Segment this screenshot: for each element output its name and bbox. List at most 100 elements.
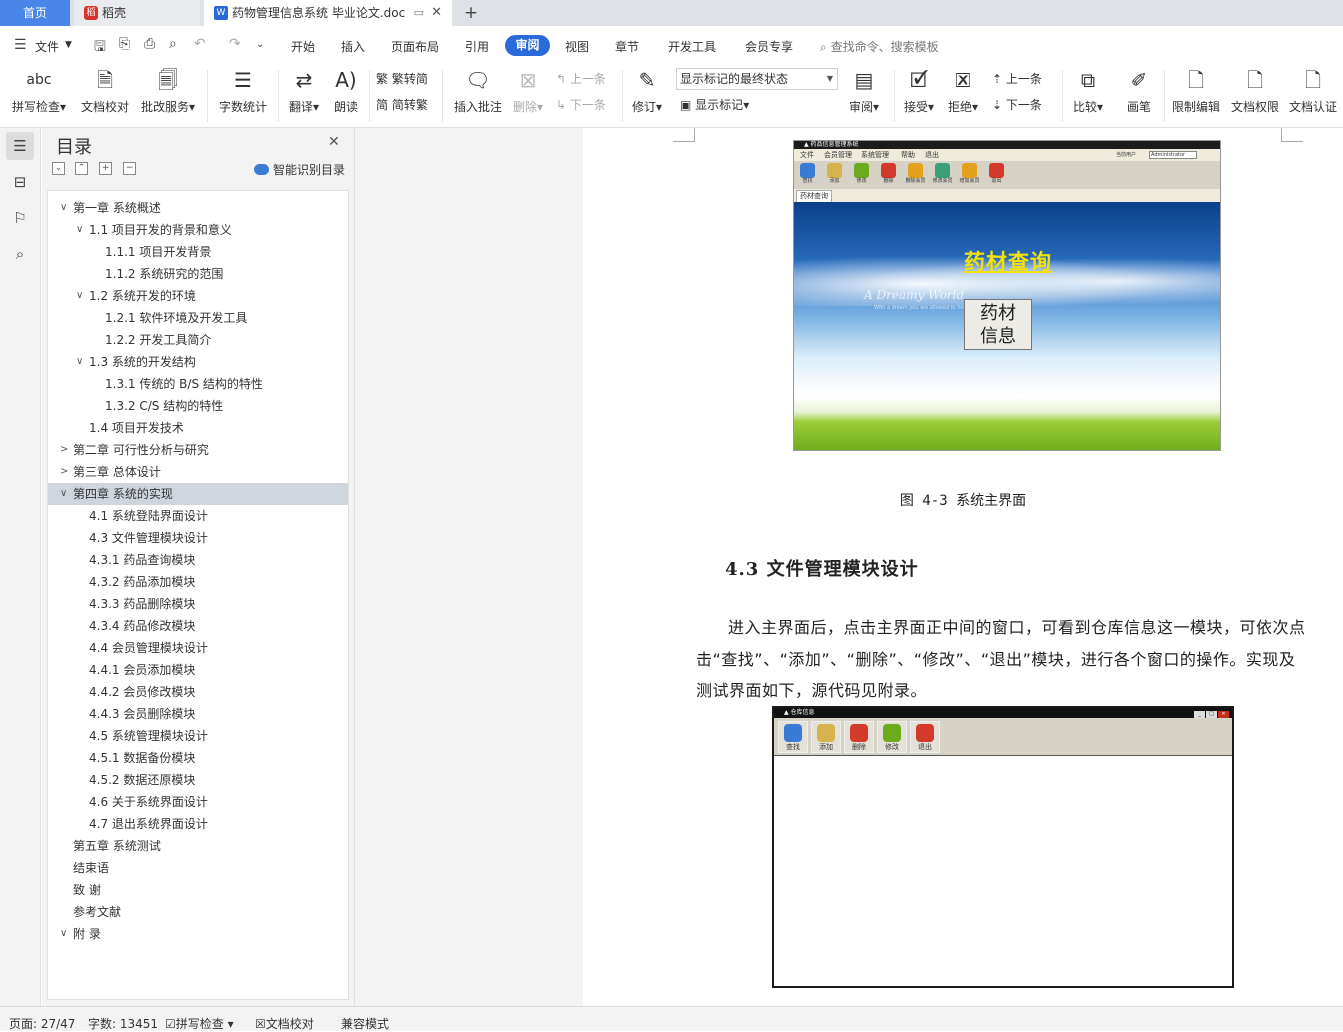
chevron-down-icon[interactable]: ▼ (65, 40, 72, 50)
print-preview-icon[interactable]: ⌕ (169, 36, 177, 52)
toc-item[interactable]: ∨ 1.1 项目开发的背景和意义 (48, 219, 348, 241)
correction-service-button[interactable]: 🗐 批改服务▾ (137, 64, 199, 126)
toc-item[interactable]: ∨ 第四章 系统的实现 (48, 483, 348, 505)
accept-button[interactable]: 🗹 接受▾ (900, 64, 938, 126)
close-icon[interactable]: ✕ (328, 134, 340, 150)
smart-toc-button[interactable]: 智能识别目录 (254, 161, 345, 178)
toc-item[interactable]: 4.3.1 药品查询模块 (48, 549, 348, 571)
customize-chevron-icon[interactable]: ⌄ (256, 39, 264, 50)
menu-file[interactable]: 文件 (35, 38, 59, 55)
toc-item[interactable]: ∨ 1.3 系统的开发结构 (48, 351, 348, 373)
proofread-status[interactable]: ☒文档校对 (255, 1015, 314, 1032)
chevron-right-icon[interactable]: > (60, 461, 68, 483)
toc-item[interactable]: ∨ 附 录 (48, 923, 348, 945)
word-count-indicator[interactable]: 字数: 13451 (88, 1015, 158, 1032)
remove-heading-icon[interactable]: − (123, 162, 136, 175)
search-icon[interactable]: ⌕ (6, 240, 34, 268)
toc-item[interactable]: 4.6 关于系统界面设计 (48, 791, 348, 813)
menu-start[interactable]: 开始 (291, 38, 315, 55)
toc-panel-icon[interactable]: ☰ (6, 132, 34, 160)
spell-check-button[interactable]: abc 拼写检查▾ (8, 64, 70, 126)
new-tab-button[interactable]: + (458, 0, 484, 26)
word-count-button[interactable]: ☰ 字数统计 (215, 64, 271, 126)
toc-item[interactable]: 1.2.1 软件环境及开发工具 (48, 307, 348, 329)
toc-item[interactable]: 结束语 (48, 857, 348, 879)
menu-review[interactable]: 审阅 (505, 35, 550, 56)
tab-document[interactable]: W 药物管理信息系统 毕业论文.doc ▭ ✕ (204, 0, 452, 26)
hamburger-icon[interactable]: ☰ (14, 37, 27, 53)
chevron-down-icon[interactable]: ∨ (76, 285, 83, 307)
add-heading-icon[interactable]: + (99, 162, 112, 175)
toc-item[interactable]: 4.1 系统登陆界面设计 (48, 505, 348, 527)
page-indicator[interactable]: 页面: 27/47 (9, 1015, 75, 1032)
toc-item[interactable]: > 第三章 总体设计 (48, 461, 348, 483)
toc-item[interactable]: 1.1.2 系统研究的范围 (48, 263, 348, 285)
export-pdf-icon[interactable]: ⎘ (119, 36, 130, 52)
reject-button[interactable]: 🗷 拒绝▾ (944, 64, 982, 126)
toc-item[interactable]: 4.3.2 药品添加模块 (48, 571, 348, 593)
prev-comment-button[interactable]: ↰ 上一条 (556, 70, 606, 87)
toc-item[interactable]: 1.3.2 C/S 结构的特性 (48, 395, 348, 417)
collapse-all-icon[interactable]: ⌃ (75, 162, 88, 175)
read-aloud-button[interactable]: A) 朗读 (328, 64, 364, 126)
menu-developer[interactable]: 开发工具 (668, 38, 716, 55)
toc-item[interactable]: 1.1.1 项目开发背景 (48, 241, 348, 263)
menu-insert[interactable]: 插入 (341, 38, 365, 55)
document-permission-button[interactable]: 🗋 文档权限 (1228, 64, 1282, 126)
toc-item[interactable]: 4.4 会员管理模块设计 (48, 637, 348, 659)
toc-item[interactable]: 1.4 项目开发技术 (48, 417, 348, 439)
menu-reference[interactable]: 引用 (465, 38, 489, 55)
toc-item[interactable]: ∨ 第一章 系统概述 (48, 197, 348, 219)
toc-item[interactable]: 4.4.1 会员添加模块 (48, 659, 348, 681)
menu-layout[interactable]: 页面布局 (391, 38, 439, 55)
translate-button[interactable]: ⇄ 翻译▾ (284, 64, 324, 126)
pen-button[interactable]: ✐ 画笔 (1120, 64, 1158, 126)
review-pane-button[interactable]: ▤ 审阅▾ (844, 64, 884, 126)
navigation-icon[interactable]: ⊟ (6, 168, 34, 196)
toc-item[interactable]: 4.7 退出系统界面设计 (48, 813, 348, 835)
undo-icon[interactable]: ↶ (194, 36, 206, 52)
redo-icon[interactable]: ↷ (229, 36, 241, 52)
proofread-button[interactable]: 🗎 文档校对 (78, 64, 132, 126)
chevron-down-icon[interactable]: ∨ (76, 351, 83, 373)
insert-comment-button[interactable]: 🗨 插入批注 (450, 64, 506, 126)
compat-mode[interactable]: 兼容模式 (341, 1015, 389, 1032)
delete-comment-button[interactable]: ⊠ 删除▾ (508, 64, 548, 126)
restrict-edit-button[interactable]: 🗋 限制编辑 (1170, 64, 1222, 126)
trad-to-simp-button[interactable]: 繁 繁转简 (376, 70, 428, 87)
tab-home[interactable]: 首页 (0, 0, 70, 26)
toc-item[interactable]: 第五章 系统测试 (48, 835, 348, 857)
chevron-down-icon[interactable]: ∨ (60, 923, 67, 945)
toc-item[interactable]: 4.4.3 会员删除模块 (48, 703, 348, 725)
bookmark-icon[interactable]: ⚐ (6, 204, 34, 232)
next-change-button[interactable]: ⇣ 下一条 (992, 96, 1042, 113)
menu-member[interactable]: 会员专享 (745, 38, 793, 55)
toc-item[interactable]: ∨ 1.2 系统开发的环境 (48, 285, 348, 307)
next-comment-button[interactable]: ↳ 下一条 (556, 96, 606, 113)
toc-item[interactable]: > 第二章 可行性分析与研究 (48, 439, 348, 461)
toc-item[interactable]: 1.2.2 开发工具简介 (48, 329, 348, 351)
command-search[interactable]: ⌕ 查找命令、搜索模板 (820, 38, 939, 55)
toc-item[interactable]: 4.5 系统管理模块设计 (48, 725, 348, 747)
print-icon[interactable]: ⎙ (144, 36, 155, 52)
save-icon[interactable]: 🖫 (94, 36, 106, 60)
toc-item[interactable]: 1.3.1 传统的 B/S 结构的特性 (48, 373, 348, 395)
expand-all-icon[interactable]: ⌄ (52, 162, 65, 175)
toc-item[interactable]: 4.4.2 会员修改模块 (48, 681, 348, 703)
compare-button[interactable]: ⧉ 比较▾ (1068, 64, 1108, 126)
toc-item[interactable]: 4.5.2 数据还原模块 (48, 769, 348, 791)
toc-item[interactable]: 致 谢 (48, 879, 348, 901)
chevron-down-icon[interactable]: ∨ (60, 483, 67, 505)
toc-item[interactable]: 参考文献 (48, 901, 348, 923)
chevron-down-icon[interactable]: ∨ (60, 197, 67, 219)
spell-check-status[interactable]: ☑拼写检查 ▾ (165, 1015, 234, 1032)
document-certify-button[interactable]: 🗋 文档认证 (1286, 64, 1340, 126)
menu-view[interactable]: 视图 (565, 38, 589, 55)
close-tab-icon[interactable]: ✕ (431, 0, 442, 26)
chevron-down-icon[interactable]: ∨ (76, 219, 83, 241)
show-markup-button[interactable]: ▣ 显示标记▾ (680, 96, 749, 113)
menu-chapter[interactable]: 章节 (615, 38, 639, 55)
track-changes-button[interactable]: ✎ 修订▾ (628, 64, 666, 126)
chevron-right-icon[interactable]: > (60, 439, 68, 461)
simp-to-trad-button[interactable]: 简 简转繁 (376, 96, 428, 113)
